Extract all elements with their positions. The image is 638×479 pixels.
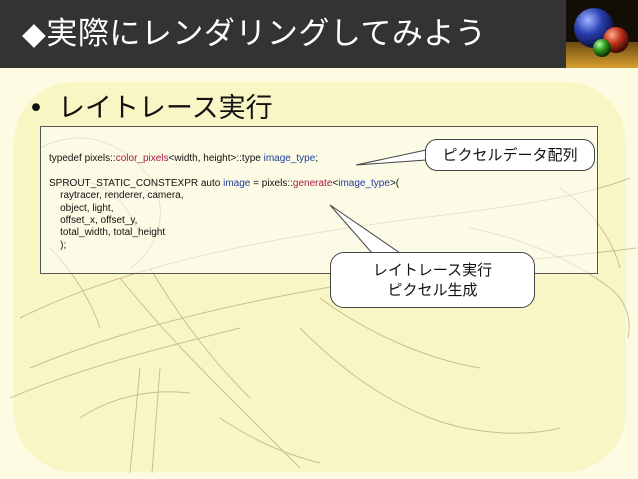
code-line-5: offset_x, offset_y, (49, 215, 138, 227)
slide-title: ◆実際にレンダリングしてみよう (22, 16, 487, 52)
code-line-4: object, light, (49, 202, 114, 214)
callout-pixel-data-array: ピクセルデータ配列 (425, 139, 595, 171)
code-line-6: total_width, total_height (49, 227, 166, 239)
bullet-marker: • (28, 93, 44, 124)
code-line-3: raytracer, renderer, camera, (49, 190, 184, 202)
code-line-1: typedef pixels::color_pixels<width, heig… (49, 153, 319, 164)
code-text: typedef pixels::color_pixels<width, heig… (49, 153, 399, 252)
rendered-spheres-thumbnail (566, 0, 638, 68)
callout-raytrace-line2: ピクセル生成 (387, 281, 478, 299)
callout-raytrace: レイトレース実行 ピクセル生成 (330, 252, 535, 308)
bullet-point: • レイトレース実行 (28, 86, 273, 125)
code-line-7: ); (49, 239, 67, 251)
callout-raytrace-line1: レイトレース実行 (372, 261, 493, 279)
header-bar: ◆実際にレンダリングしてみよう (0, 0, 638, 68)
code-line-2: SPROUT_STATIC_CONSTEXPR auto image = pix… (49, 177, 400, 189)
bullet-text: レイトレース実行 (57, 93, 273, 124)
